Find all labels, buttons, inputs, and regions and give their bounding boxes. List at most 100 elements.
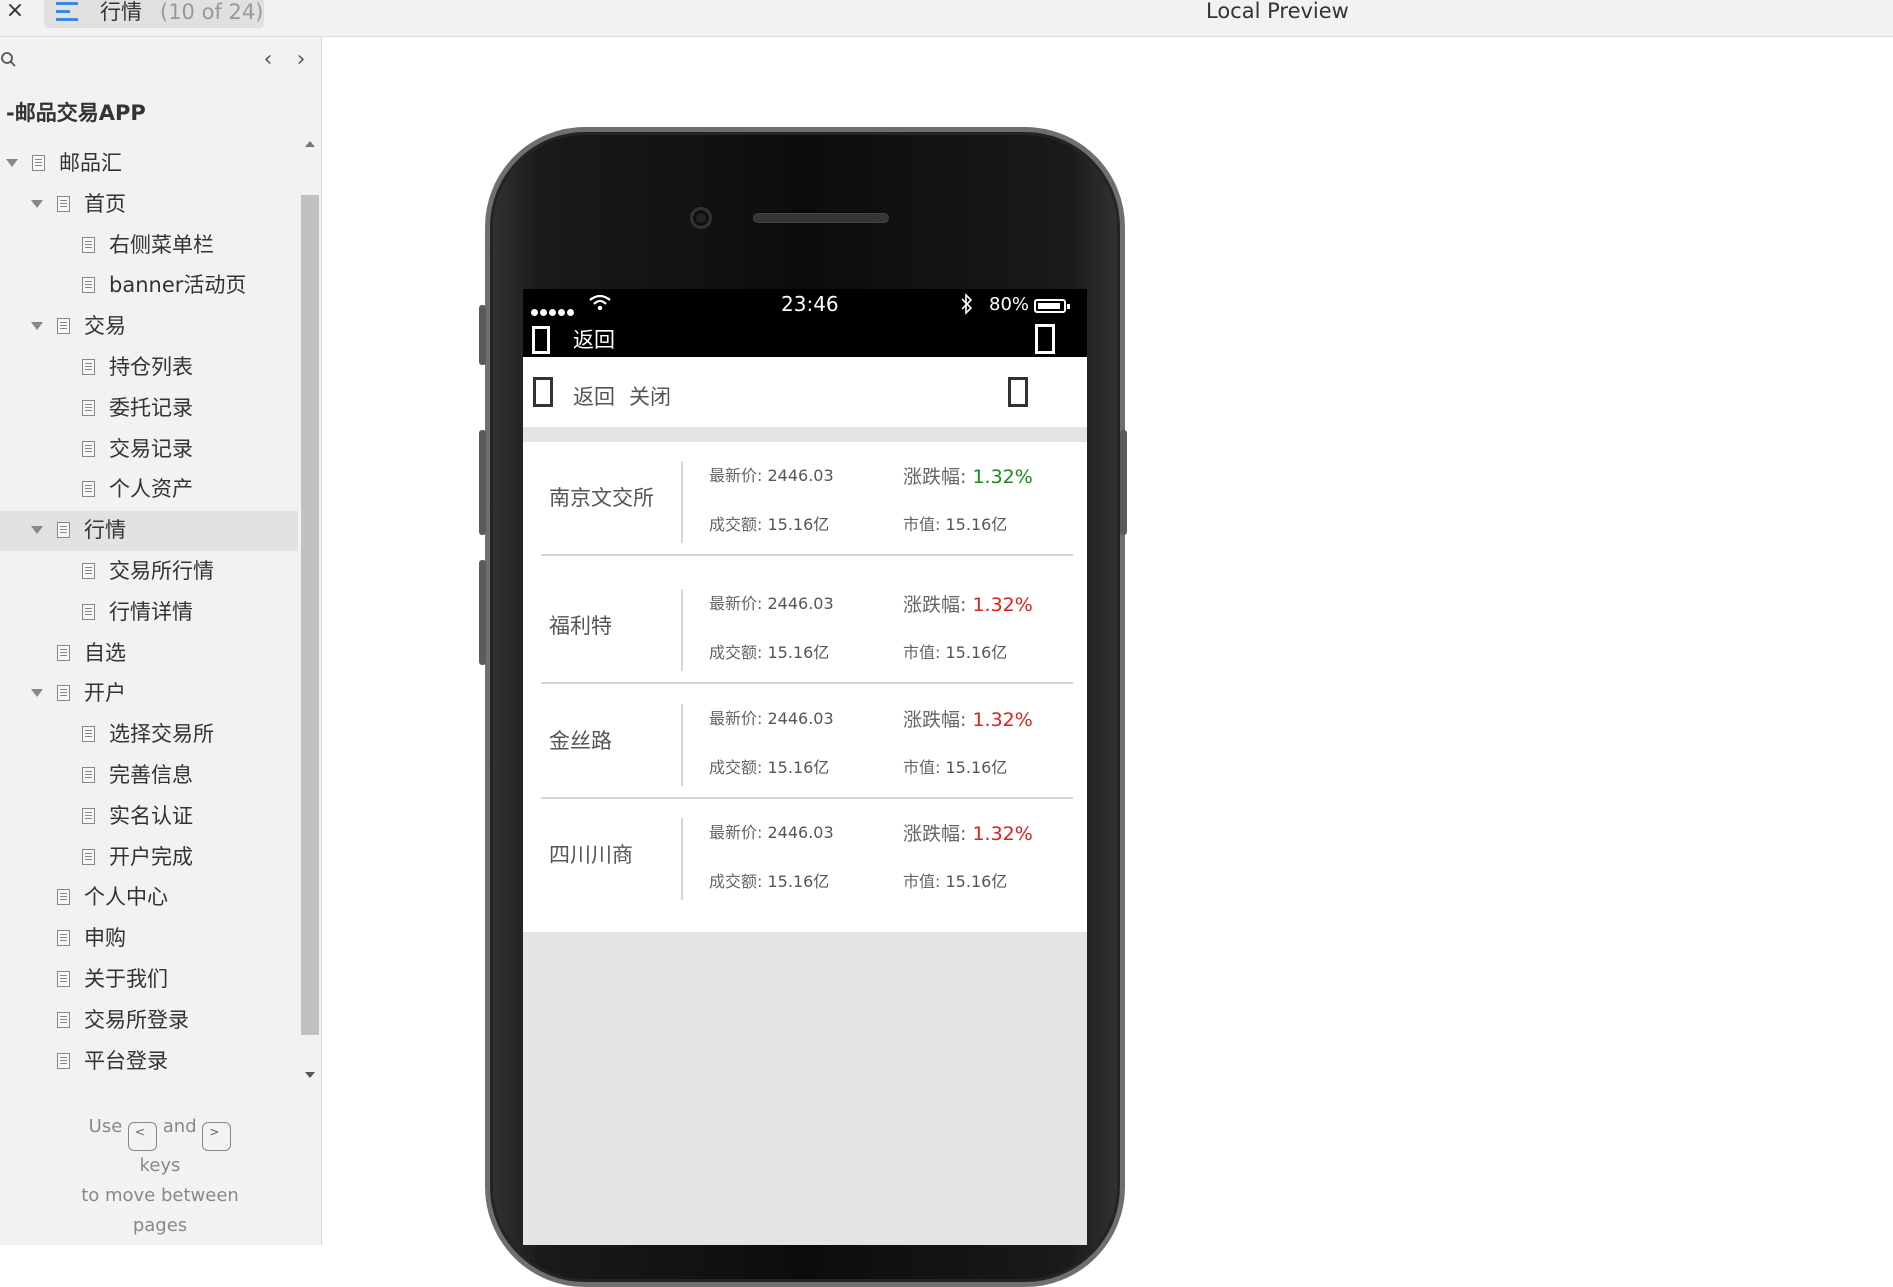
tree-scrollbar[interactable] [300, 137, 320, 1087]
page-doc-icon [57, 318, 70, 334]
tree-item[interactable]: banner活动页 [0, 266, 298, 306]
market-cap-value: 15.16亿 [945, 643, 1008, 662]
expand-caret-icon[interactable] [31, 526, 43, 534]
tree-item-label: 交易所登录 [84, 1008, 189, 1032]
expand-caret-icon[interactable] [31, 200, 43, 208]
hint-use: Use [88, 1116, 123, 1137]
right-key-icon: > [202, 1122, 232, 1151]
speaker-grille [753, 213, 889, 223]
close-icon[interactable]: × [4, 0, 26, 24]
wifi-icon [589, 294, 611, 311]
tree-item-label: 开户完成 [109, 845, 193, 869]
battery-percent: 80% [989, 294, 1030, 315]
hint-keys: keys [139, 1155, 181, 1176]
market-cap-label: 市值: [903, 515, 941, 534]
nav-back-button[interactable]: 返回 [573, 381, 615, 411]
page-selector[interactable]: 行情 (10 of 24) [44, 0, 264, 28]
search-icon[interactable] [0, 51, 18, 69]
tree-item[interactable]: 行情 [0, 511, 298, 551]
expand-caret-icon[interactable] [31, 689, 43, 697]
expand-caret-icon[interactable] [31, 322, 43, 330]
tree-item[interactable]: 申购 [0, 919, 298, 959]
tree-item-label: 委托记录 [109, 396, 193, 420]
market-row[interactable]: 福利特 最新价: 2446.03 涨跌幅: 1.32% 成交额: 15.16亿 市值: … [541, 570, 1073, 684]
expand-caret-icon[interactable] [6, 159, 18, 167]
tree-item[interactable]: 交易所登录 [0, 1001, 298, 1041]
tree-item-label: 交易记录 [109, 437, 193, 461]
nav-back-icon[interactable] [533, 377, 553, 407]
phone-screen: 23:46 80% 返回 返回 关闭 南京文交所 最新价: 2446.03 涨跌幅:… [523, 289, 1087, 1245]
turnover-label: 成交额: [709, 515, 763, 534]
tree-item-label: 个人中心 [84, 885, 168, 909]
latest-price: 最新价: 2446.03 [709, 590, 834, 614]
exchange-name: 南京文交所 [549, 486, 654, 510]
tree-item-label: 行情详情 [109, 600, 193, 624]
tree-item-label: 关于我们 [84, 967, 168, 991]
tree-item[interactable]: 开户 [0, 674, 298, 714]
status-bar: 23:46 80% [523, 289, 1087, 324]
tree-item[interactable]: 注册 [0, 1082, 298, 1087]
tree-item-label: 开户 [84, 681, 126, 705]
row-divider [681, 461, 683, 543]
page-nav-bar: 返回 关闭 [523, 357, 1087, 427]
nav-menu-icon[interactable] [1008, 377, 1028, 407]
turnover: 成交额: 15.16亿 [709, 639, 829, 663]
page-doc-icon [57, 930, 70, 946]
prev-page-button[interactable]: ‹ [258, 49, 278, 71]
latest-price-label: 最新价: [709, 709, 763, 728]
project-title: -邮品交易APP [6, 101, 146, 125]
tree-item[interactable]: 个人中心 [0, 878, 298, 918]
page-doc-icon [82, 767, 95, 783]
turnover: 成交额: 15.16亿 [709, 754, 829, 778]
nav-close-button[interactable]: 关闭 [629, 381, 671, 411]
browser-menu-icon[interactable] [1035, 324, 1055, 354]
tree-item[interactable]: 委托记录 [0, 389, 298, 429]
market-list: 南京文交所 最新价: 2446.03 涨跌幅: 1.32% 成交额: 15.16亿 市值… [523, 442, 1087, 932]
tree-item[interactable]: 交易记录 [0, 430, 298, 470]
tree-item[interactable]: 自选 [0, 634, 298, 674]
tree-item[interactable]: 开户完成 [0, 838, 298, 878]
menu-icon [56, 2, 80, 22]
tree-item[interactable]: 实名认证 [0, 797, 298, 837]
change-rate-value: 1.32% [972, 466, 1033, 488]
market-row[interactable]: 南京文交所 最新价: 2446.03 涨跌幅: 1.32% 成交额: 15.16亿 市值… [541, 442, 1073, 556]
tree-item[interactable]: 持仓列表 [0, 348, 298, 388]
change-rate-label: 涨跌幅: [903, 594, 967, 616]
page-doc-icon [82, 400, 95, 416]
tree-item[interactable]: 完善信息 [0, 756, 298, 796]
scroll-up-icon[interactable] [305, 141, 315, 147]
market-cap: 市值: 15.16亿 [903, 639, 1007, 663]
tree-item[interactable]: 行情详情 [0, 593, 298, 633]
browser-back-icon[interactable] [532, 326, 550, 354]
tree-item[interactable]: 首页 [0, 185, 298, 225]
tree-item-label: 行情 [84, 518, 126, 542]
tree-item[interactable]: 平台登录 [0, 1042, 298, 1082]
bluetooth-icon [961, 293, 973, 315]
latest-price-value: 2446.03 [767, 709, 834, 728]
latest-price-label: 最新价: [709, 466, 763, 485]
tree-item[interactable]: 邮品汇 [0, 144, 298, 184]
hint-to-move: to move between [81, 1185, 239, 1206]
tree-item[interactable]: 关于我们 [0, 960, 298, 1000]
tree-item[interactable]: 选择交易所 [0, 715, 298, 755]
page-doc-icon [32, 155, 45, 171]
scroll-thumb[interactable] [301, 195, 319, 1035]
change-rate-label: 涨跌幅: [903, 709, 967, 731]
tree-item[interactable]: 个人资产 [0, 470, 298, 510]
market-row[interactable]: 四川川商 最新价: 2446.03 涨跌幅: 1.32% 成交额: 15.16亿 市值:… [541, 799, 1073, 913]
tree-item[interactable]: 右侧菜单栏 [0, 226, 298, 266]
phone-mute-switch [479, 305, 486, 365]
scroll-down-icon[interactable] [305, 1072, 315, 1078]
next-page-button[interactable]: › [291, 49, 311, 71]
tree-item[interactable]: 交易 [0, 307, 298, 347]
browser-back-button[interactable]: 返回 [573, 324, 615, 354]
market-row[interactable]: 金丝路 最新价: 2446.03 涨跌幅: 1.32% 成交额: 15.16亿 市值: … [541, 685, 1073, 799]
left-key-icon: < [128, 1122, 158, 1151]
tree-item[interactable]: 交易所行情 [0, 552, 298, 592]
tree-item-label: 选择交易所 [109, 722, 214, 746]
market-cap: 市值: 15.16亿 [903, 754, 1007, 778]
page-doc-icon [57, 685, 70, 701]
market-cap: 市值: 15.16亿 [903, 511, 1007, 535]
page-doc-icon [57, 196, 70, 212]
turnover: 成交额: 15.16亿 [709, 868, 829, 892]
